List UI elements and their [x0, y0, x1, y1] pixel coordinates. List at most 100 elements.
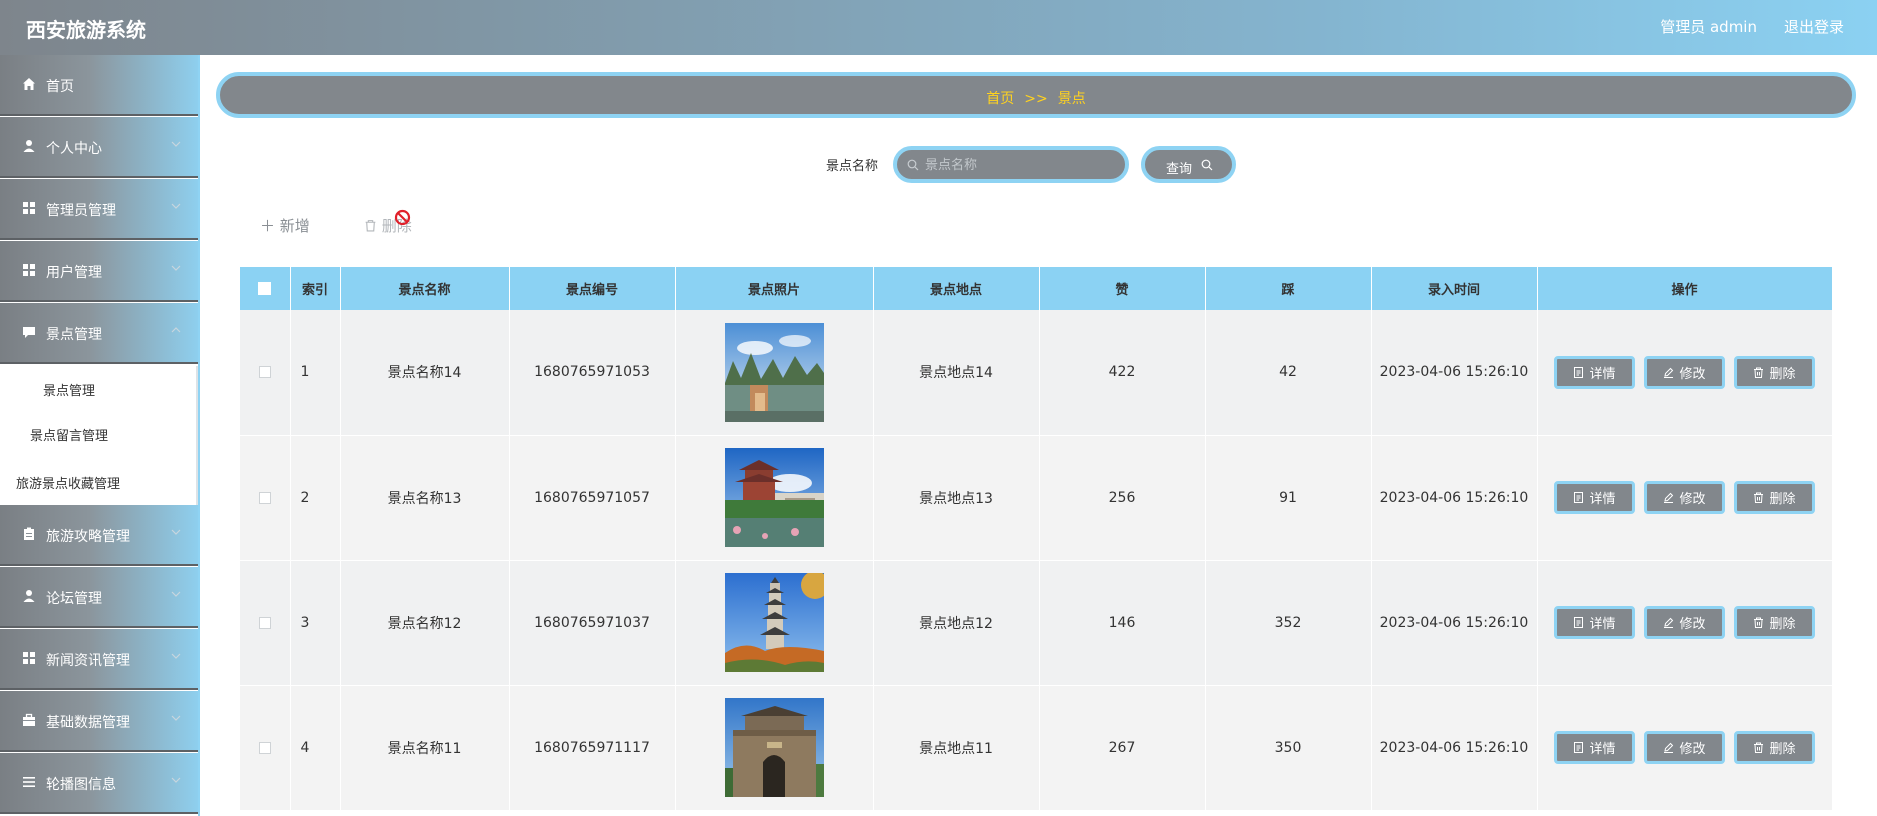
row-time: 2023-04-06 15:26:10: [1371, 560, 1538, 686]
table-row: 1 景点名称14 1680765971053 景点地点14 422 42 202…: [240, 310, 1833, 436]
sidebar-item-carousel[interactable]: 轮播图信息: [0, 753, 198, 814]
home-icon: [23, 78, 35, 90]
row-time: 2023-04-06 15:26:10: [1371, 435, 1538, 561]
row-checkbox[interactable]: [258, 491, 271, 504]
edit-icon: [1664, 617, 1674, 628]
row-actions: 详情 修改 删除: [1538, 355, 1832, 389]
select-all-cell: [240, 267, 291, 310]
row-dislikes: 352: [1205, 560, 1372, 686]
sidebar-item-scenic-mgmt[interactable]: 景点管理: [0, 303, 198, 364]
row-checkbox[interactable]: [258, 741, 271, 754]
not-allowed-cursor-icon: [394, 209, 411, 226]
document-icon: [1574, 742, 1584, 753]
column-header: 景点地点: [873, 267, 1040, 310]
sidebar-item-basic-data[interactable]: 基础数据管理: [0, 691, 198, 752]
row-index: 3: [290, 560, 341, 686]
row-time: 2023-04-06 15:26:10: [1371, 310, 1538, 436]
row-index: 1: [290, 310, 341, 436]
sidebar-item-label: 新闻资讯管理: [46, 653, 130, 669]
chevron-down-icon: [171, 265, 181, 271]
row-checkbox[interactable]: [258, 366, 271, 379]
user-icon: [23, 140, 35, 152]
search-field[interactable]: [893, 146, 1129, 183]
delete-button[interactable]: 删除: [1734, 606, 1815, 639]
row-location: 景点地点11: [873, 685, 1040, 811]
row-name: 景点名称11: [340, 685, 510, 811]
breadcrumb-separator: >>: [1024, 91, 1048, 107]
sidebar-item-guide-mgmt[interactable]: 旅游攻略管理: [0, 505, 198, 566]
detail-label: 详情: [1589, 617, 1616, 632]
top-header: 西安旅游系统 管理员 admin 退出登录: [0, 0, 1877, 55]
edit-icon: [1664, 492, 1674, 503]
scenic-submenu: 景点管理 景点留言管理 旅游景点收藏管理: [0, 366, 198, 506]
row-likes: 256: [1039, 435, 1206, 561]
row-actions: 详情 修改 删除: [1538, 481, 1832, 514]
edit-button[interactable]: 修改: [1644, 606, 1725, 639]
row-checkbox[interactable]: [258, 616, 271, 629]
select-all-checkbox[interactable]: [258, 282, 272, 295]
grid-icon: [23, 202, 35, 214]
grid-icon: [23, 652, 35, 664]
sidebar-item-user-mgmt[interactable]: 用户管理: [0, 241, 198, 302]
delete-button[interactable]: 删除: [1734, 481, 1815, 514]
delete-label: 删除: [1769, 617, 1796, 632]
delete-button[interactable]: 删除: [1734, 355, 1815, 389]
breadcrumb: 首页 >> 景点: [216, 72, 1856, 118]
add-button[interactable]: ＋ 新增: [260, 215, 310, 236]
mountain-lake-photo: [724, 322, 824, 422]
detail-button[interactable]: 详情: [1554, 731, 1635, 764]
delete-button[interactable]: 删除: [1734, 731, 1815, 764]
row-location: 景点地点13: [873, 435, 1040, 561]
trash-icon: [1754, 617, 1764, 628]
comment-icon: [23, 327, 35, 338]
table-row: 3 景点名称12 1680765971037 景点地点12 146 352 20…: [240, 560, 1833, 686]
city-gate-photo: [724, 698, 824, 797]
sidebar-item-admin-mgmt[interactable]: 管理员管理: [0, 179, 198, 240]
trash-icon: [1754, 367, 1764, 378]
chevron-down-icon: [171, 591, 181, 597]
admin-label: 管理员 admin: [1660, 18, 1757, 36]
submenu-item-scenic[interactable]: 景点管理: [43, 380, 95, 399]
sidebar-item-forum-mgmt[interactable]: 论坛管理: [0, 567, 198, 628]
search-input[interactable]: [925, 155, 1120, 175]
logout-link[interactable]: 退出登录: [1784, 16, 1844, 37]
scenic-table: 索引 景点名称 景点编号 景点照片 景点地点 赞 踩 录入时间 操作 1 景点名…: [240, 267, 1833, 811]
breadcrumb-home[interactable]: 首页: [986, 91, 1014, 107]
delete-label: 删除: [1769, 366, 1796, 382]
sidebar-item-label: 论坛管理: [46, 591, 102, 607]
delete-label: 删除: [1769, 742, 1796, 757]
column-header: 索引: [290, 267, 341, 310]
submenu-item-scenic-favorites[interactable]: 旅游景点收藏管理: [16, 473, 120, 492]
sidebar-item-label: 轮播图信息: [46, 777, 116, 793]
row-index: 2: [290, 435, 341, 561]
trash-icon: [1754, 492, 1764, 503]
chevron-down-icon: [171, 203, 181, 209]
pagoda-photo: [724, 573, 824, 672]
row-code: 1680765971053: [509, 310, 676, 436]
sidebar-item-news-mgmt[interactable]: 新闻资讯管理: [0, 629, 198, 690]
row-actions: 详情 修改 删除: [1538, 731, 1832, 764]
sidebar-item-home[interactable]: 首页: [0, 55, 198, 116]
edit-button[interactable]: 修改: [1644, 481, 1725, 514]
column-header: 景点名称: [340, 267, 510, 310]
row-dislikes: 350: [1205, 685, 1372, 811]
table-header-row: 索引 景点名称 景点编号 景点照片 景点地点 赞 踩 录入时间 操作: [240, 267, 1833, 310]
app-title: 西安旅游系统: [26, 18, 146, 42]
edit-button[interactable]: 修改: [1644, 731, 1725, 764]
sidebar-border: [198, 55, 200, 816]
detail-label: 详情: [1589, 492, 1616, 507]
sidebar-item-label: 首页: [46, 79, 74, 95]
sidebar-item-profile[interactable]: 个人中心: [0, 117, 198, 178]
plus-icon: ＋: [260, 217, 276, 235]
detail-button[interactable]: 详情: [1554, 481, 1635, 514]
detail-button[interactable]: 详情: [1554, 355, 1635, 389]
query-button[interactable]: 查询: [1141, 146, 1236, 183]
row-actions: 详情 修改 删除: [1538, 606, 1832, 639]
table-row: 2 景点名称13 1680765971057 景点地点13 256 91 202…: [240, 435, 1833, 561]
detail-button[interactable]: 详情: [1554, 606, 1635, 639]
search-icon: [907, 159, 919, 171]
trash-icon: [365, 220, 376, 232]
chevron-down-icon: [171, 777, 181, 783]
submenu-item-scenic-comments[interactable]: 景点留言管理: [30, 425, 108, 444]
edit-button[interactable]: 修改: [1644, 355, 1725, 389]
